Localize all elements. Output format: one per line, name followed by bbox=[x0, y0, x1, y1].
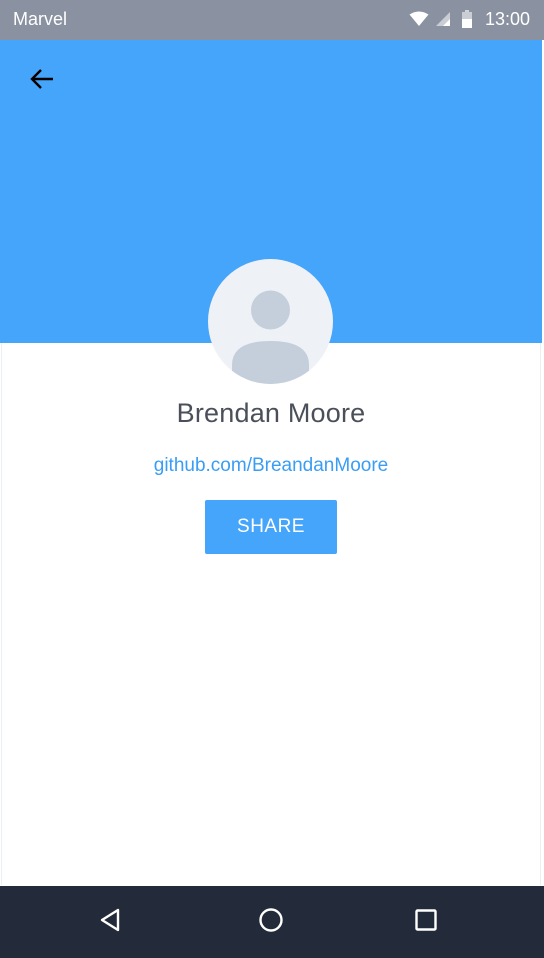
avatar bbox=[208, 259, 333, 384]
wifi-icon bbox=[409, 11, 429, 27]
home-circle-icon bbox=[258, 907, 284, 938]
nav-back-button[interactable] bbox=[92, 904, 128, 940]
back-triangle-icon bbox=[97, 907, 123, 938]
profile-github-link[interactable]: github.com/BreandanMoore bbox=[0, 453, 542, 479]
status-time: 13:00 bbox=[484, 9, 530, 29]
status-bar: Marvel 13:00 bbox=[0, 0, 544, 40]
cell-signal-icon bbox=[435, 11, 451, 27]
share-button[interactable]: SHARE bbox=[205, 500, 337, 554]
nav-recents-button[interactable] bbox=[408, 904, 444, 940]
system-nav-bar bbox=[0, 886, 544, 958]
user-placeholder-icon bbox=[208, 259, 333, 384]
nav-home-button[interactable] bbox=[253, 904, 289, 940]
battery-icon bbox=[461, 10, 473, 28]
status-icons: 13:00 bbox=[409, 8, 530, 30]
back-button[interactable] bbox=[24, 63, 60, 99]
status-app-name: Marvel bbox=[13, 9, 68, 29]
arrow-left-icon bbox=[29, 68, 55, 95]
profile-name: Brendan Moore bbox=[176, 398, 366, 428]
recents-square-icon bbox=[414, 908, 438, 937]
